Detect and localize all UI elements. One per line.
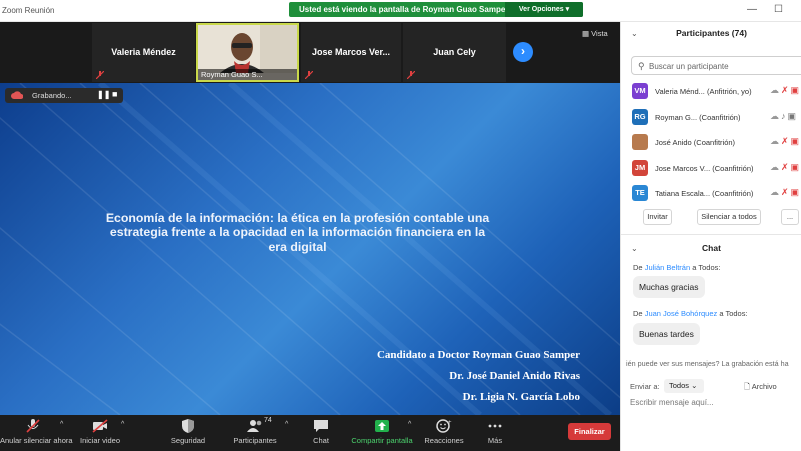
more-button[interactable]: Más [478,415,512,451]
minimize-button[interactable]: — [747,4,757,15]
participant-status-icons: ☁✗▣ [770,162,801,172]
participant-tile[interactable]: Juan Cely [403,23,506,82]
reaction-smiley-icon: + [436,419,452,433]
shield-icon [182,419,194,433]
shared-screen: Grabando... ❚❚ ■ Economía de la informac… [0,83,620,415]
avatar: RG [632,109,648,125]
participant-row[interactable]: José Anido (Coanfitrión) ☁✗▣ [621,130,801,154]
next-page-button[interactable]: › [513,42,533,62]
recording-indicator: Grabando... ❚❚ ■ [5,88,123,103]
send-to-select[interactable]: Todos ⌄ [664,379,704,393]
view-button[interactable]: ▦ Vista [582,29,608,38]
participant-tile[interactable]: Jose Marcos Ver... [301,23,401,82]
mute-all-button[interactable]: Silenciar a todos [697,209,761,225]
invite-button[interactable]: Invitar [643,209,672,225]
slide-title-line: era digital [268,239,327,254]
participants-count: 74 [264,417,272,424]
meeting-toolbar: Anular silenciar ahora ^ Iniciar video ^… [0,415,620,451]
participant-row[interactable]: JM Jose Marcos V... (Coanfitrión) ☁✗▣ [621,156,801,180]
cloud-record-icon [11,91,23,99]
share-screen-icon [375,420,389,432]
participant-status-icons: ☁♪▣ [770,111,799,121]
chat-visibility-notice: ién puede ver sus mensajes? La grabación… [626,359,789,368]
chat-button[interactable]: Chat [302,415,340,451]
chat-message-bubble[interactable]: Muchas gracias [633,276,705,298]
participant-status-icons: ☁✗▣ [770,136,801,146]
zoom-window: Zoom Reunión Usted está viendo la pantal… [0,0,801,451]
participant-tile[interactable]: Valeria Méndez [92,23,195,82]
share-banner: Usted está viendo la pantalla de Royman … [289,2,583,17]
participant-row[interactable]: VM Valeria Ménd... (Anfitrión, yo) ☁✗▣ [621,79,801,103]
mic-muted-icon [26,419,40,433]
panel-divider [621,234,801,235]
pause-recording-button[interactable]: ❚❚ [97,90,110,99]
participant-status-icons: ☁✗▣ [770,187,801,197]
share-options-caret[interactable]: ^ [408,421,411,428]
share-banner-text: Usted está viendo la pantalla de Royman … [299,5,509,14]
slide-author: Dr. Ligia N. García Lobo [462,391,580,403]
participant-name: Juan Cely [433,47,476,57]
video-options-caret[interactable]: ^ [121,421,124,428]
file-button[interactable]: 🗋 Archivo [744,381,777,394]
participant-video-frame [198,25,297,73]
avatar [632,134,648,150]
video-strip: Valeria Méndez Royman Guao S... Jose Mar… [0,22,620,83]
participants-options-caret[interactable]: ^ [285,421,288,428]
chat-message-input[interactable]: Escribir mensaje aquí... [630,398,714,407]
avatar: TE [632,185,648,201]
window-title: Zoom Reunión [2,6,55,15]
participants-icon [247,420,262,432]
active-speaker-tile[interactable]: Royman Guao S... [196,23,299,82]
participant-name: Royman Guao S... [198,69,297,80]
recording-label: Grabando... [32,91,72,100]
share-screen-button[interactable]: Compartir pantalla [350,415,414,451]
participant-status-icons: ☁✗▣ [770,85,801,95]
file-icon: 🗋 [744,382,751,391]
svg-text:+: + [448,420,452,426]
view-options-button[interactable]: Ver Opciones ▾ [505,2,583,17]
mic-muted-icon [96,71,104,79]
chat-message-sender: De Juan José Bohórquez a Todos: [633,309,748,318]
avatar: JM [632,160,648,176]
participant-name: Jose Marcos Ver... [311,47,391,57]
participant-name: Valeria Méndez [111,47,176,57]
participant-row[interactable]: RG Royman G... (Coanfitrión) ☁♪▣ [621,105,801,129]
more-dots-icon [488,424,502,428]
title-bar: Zoom Reunión Usted está viendo la pantal… [0,0,801,22]
avatar: VM [632,83,648,99]
send-to-row: Enviar a: Todos ⌄ 🗋 Archivo [630,378,801,394]
chat-header: Chat [702,243,721,253]
side-panel: ⌄ Participantes (74) ⚲ Buscar un partici… [620,22,801,451]
audio-options-caret[interactable]: ^ [60,421,63,428]
maximize-button[interactable]: ☐ [774,4,783,15]
slide-title: Economía de la información: la ética en … [75,211,520,254]
participants-more-button[interactable]: ... [781,209,799,225]
reactions-button[interactable]: + Reacciones [422,415,466,451]
chat-message-sender: De Julián Beltrán a Todos: [633,263,721,272]
participants-button[interactable]: 74 Participantes [226,415,284,451]
unmute-button[interactable]: Anular silenciar ahora [0,415,73,451]
chat-icon [314,420,328,432]
slide-title-line: Economía de la información: la ética en … [105,211,490,225]
stop-recording-button[interactable]: ■ [112,89,117,99]
mic-muted-icon [407,71,415,79]
slide-author: Dr. José Daniel Anido Rivas [449,370,580,382]
start-video-button[interactable]: Iniciar video [74,415,126,451]
video-off-icon [92,419,108,433]
participant-row[interactable]: TE Tatiana Escala... (Coanfitrión) ☁✗▣ [621,181,801,205]
slide-author: Candidato a Doctor Royman Guao Samper [376,349,580,361]
mic-muted-icon [305,71,313,79]
search-icon: ⚲ [638,61,645,71]
chat-message-bubble[interactable]: Buenas tardes [633,323,700,345]
participant-search-input[interactable]: ⚲ Buscar un participante [631,56,801,75]
slide-title-line: estrategia frente a la opacidad en la in… [109,225,486,240]
end-meeting-button[interactable]: Finalizar [568,423,611,440]
participants-header: Participantes (74) [676,28,747,38]
security-button[interactable]: Seguridad [162,415,214,451]
